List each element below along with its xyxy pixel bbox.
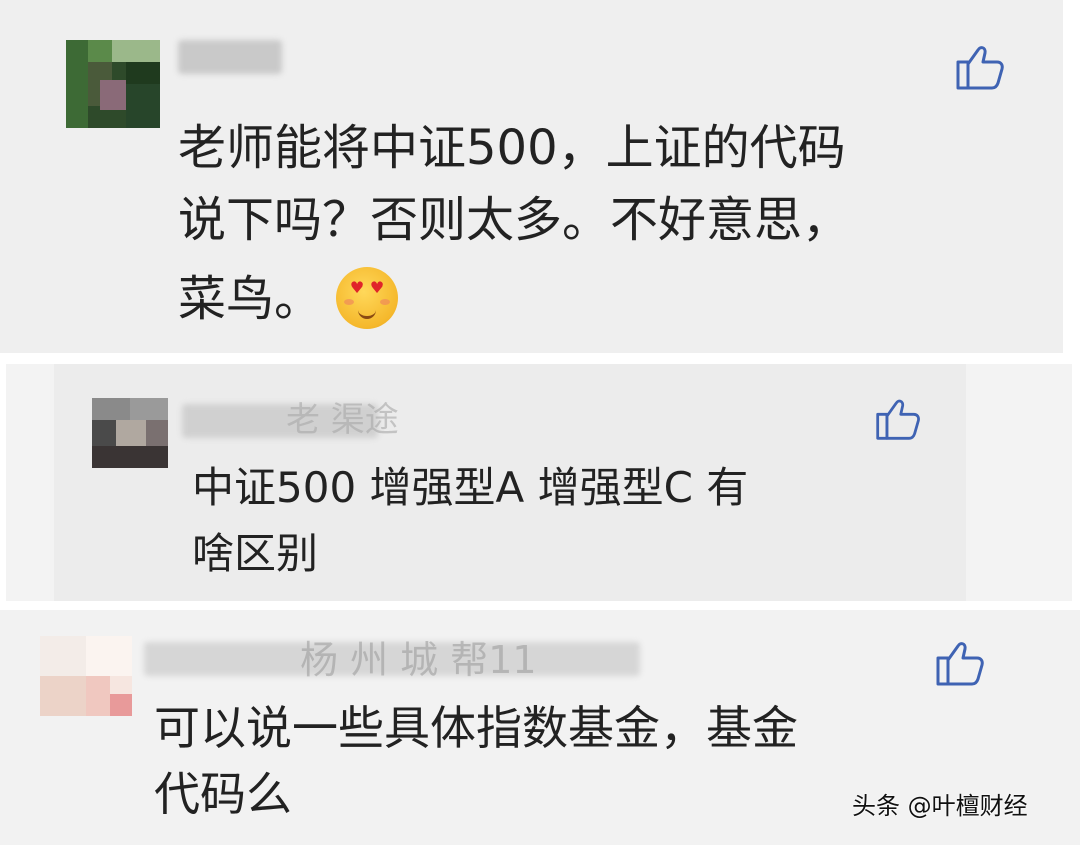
blurred-username[interactable]	[178, 40, 282, 74]
avatar[interactable]	[40, 636, 132, 716]
comment-text: 可以说一些具体指数基金，基金	[154, 701, 798, 755]
avatar[interactable]	[92, 398, 168, 468]
avatar[interactable]	[66, 40, 160, 128]
comment-text: 说下吗？否则太多。不好意思，	[178, 192, 851, 248]
comment-text: 代码么	[154, 767, 292, 821]
comment-text: 菜鸟。	[178, 271, 323, 327]
reply-card: 老 渠途 中证500 增强型A 增强型C 有 啥区别	[6, 364, 1072, 601]
watermark: 头条 @叶檀财经	[852, 792, 1028, 820]
thumbs-up-icon[interactable]	[954, 40, 1006, 92]
thumbs-up-icon[interactable]	[874, 394, 922, 442]
username-fragment: 杨 州 城 帮11	[300, 638, 537, 682]
username-fragment: 老 渠途	[286, 400, 399, 440]
comment-card: 老师能将中证500，上证的代码 说下吗？否则太多。不好意思， 菜鸟。 ♥ ♥	[0, 0, 1063, 353]
comment-text: 老师能将中证500，上证的代码	[178, 120, 846, 176]
heart-eyes-face-icon: ♥ ♥	[336, 267, 399, 329]
comment-text: 啥区别	[192, 529, 319, 578]
thumbs-up-icon[interactable]	[934, 636, 986, 688]
comment-text-with-emoji: 菜鸟。 ♥ ♥	[178, 267, 399, 333]
comment-text: 中证500 增强型A 增强型C 有	[192, 463, 749, 512]
